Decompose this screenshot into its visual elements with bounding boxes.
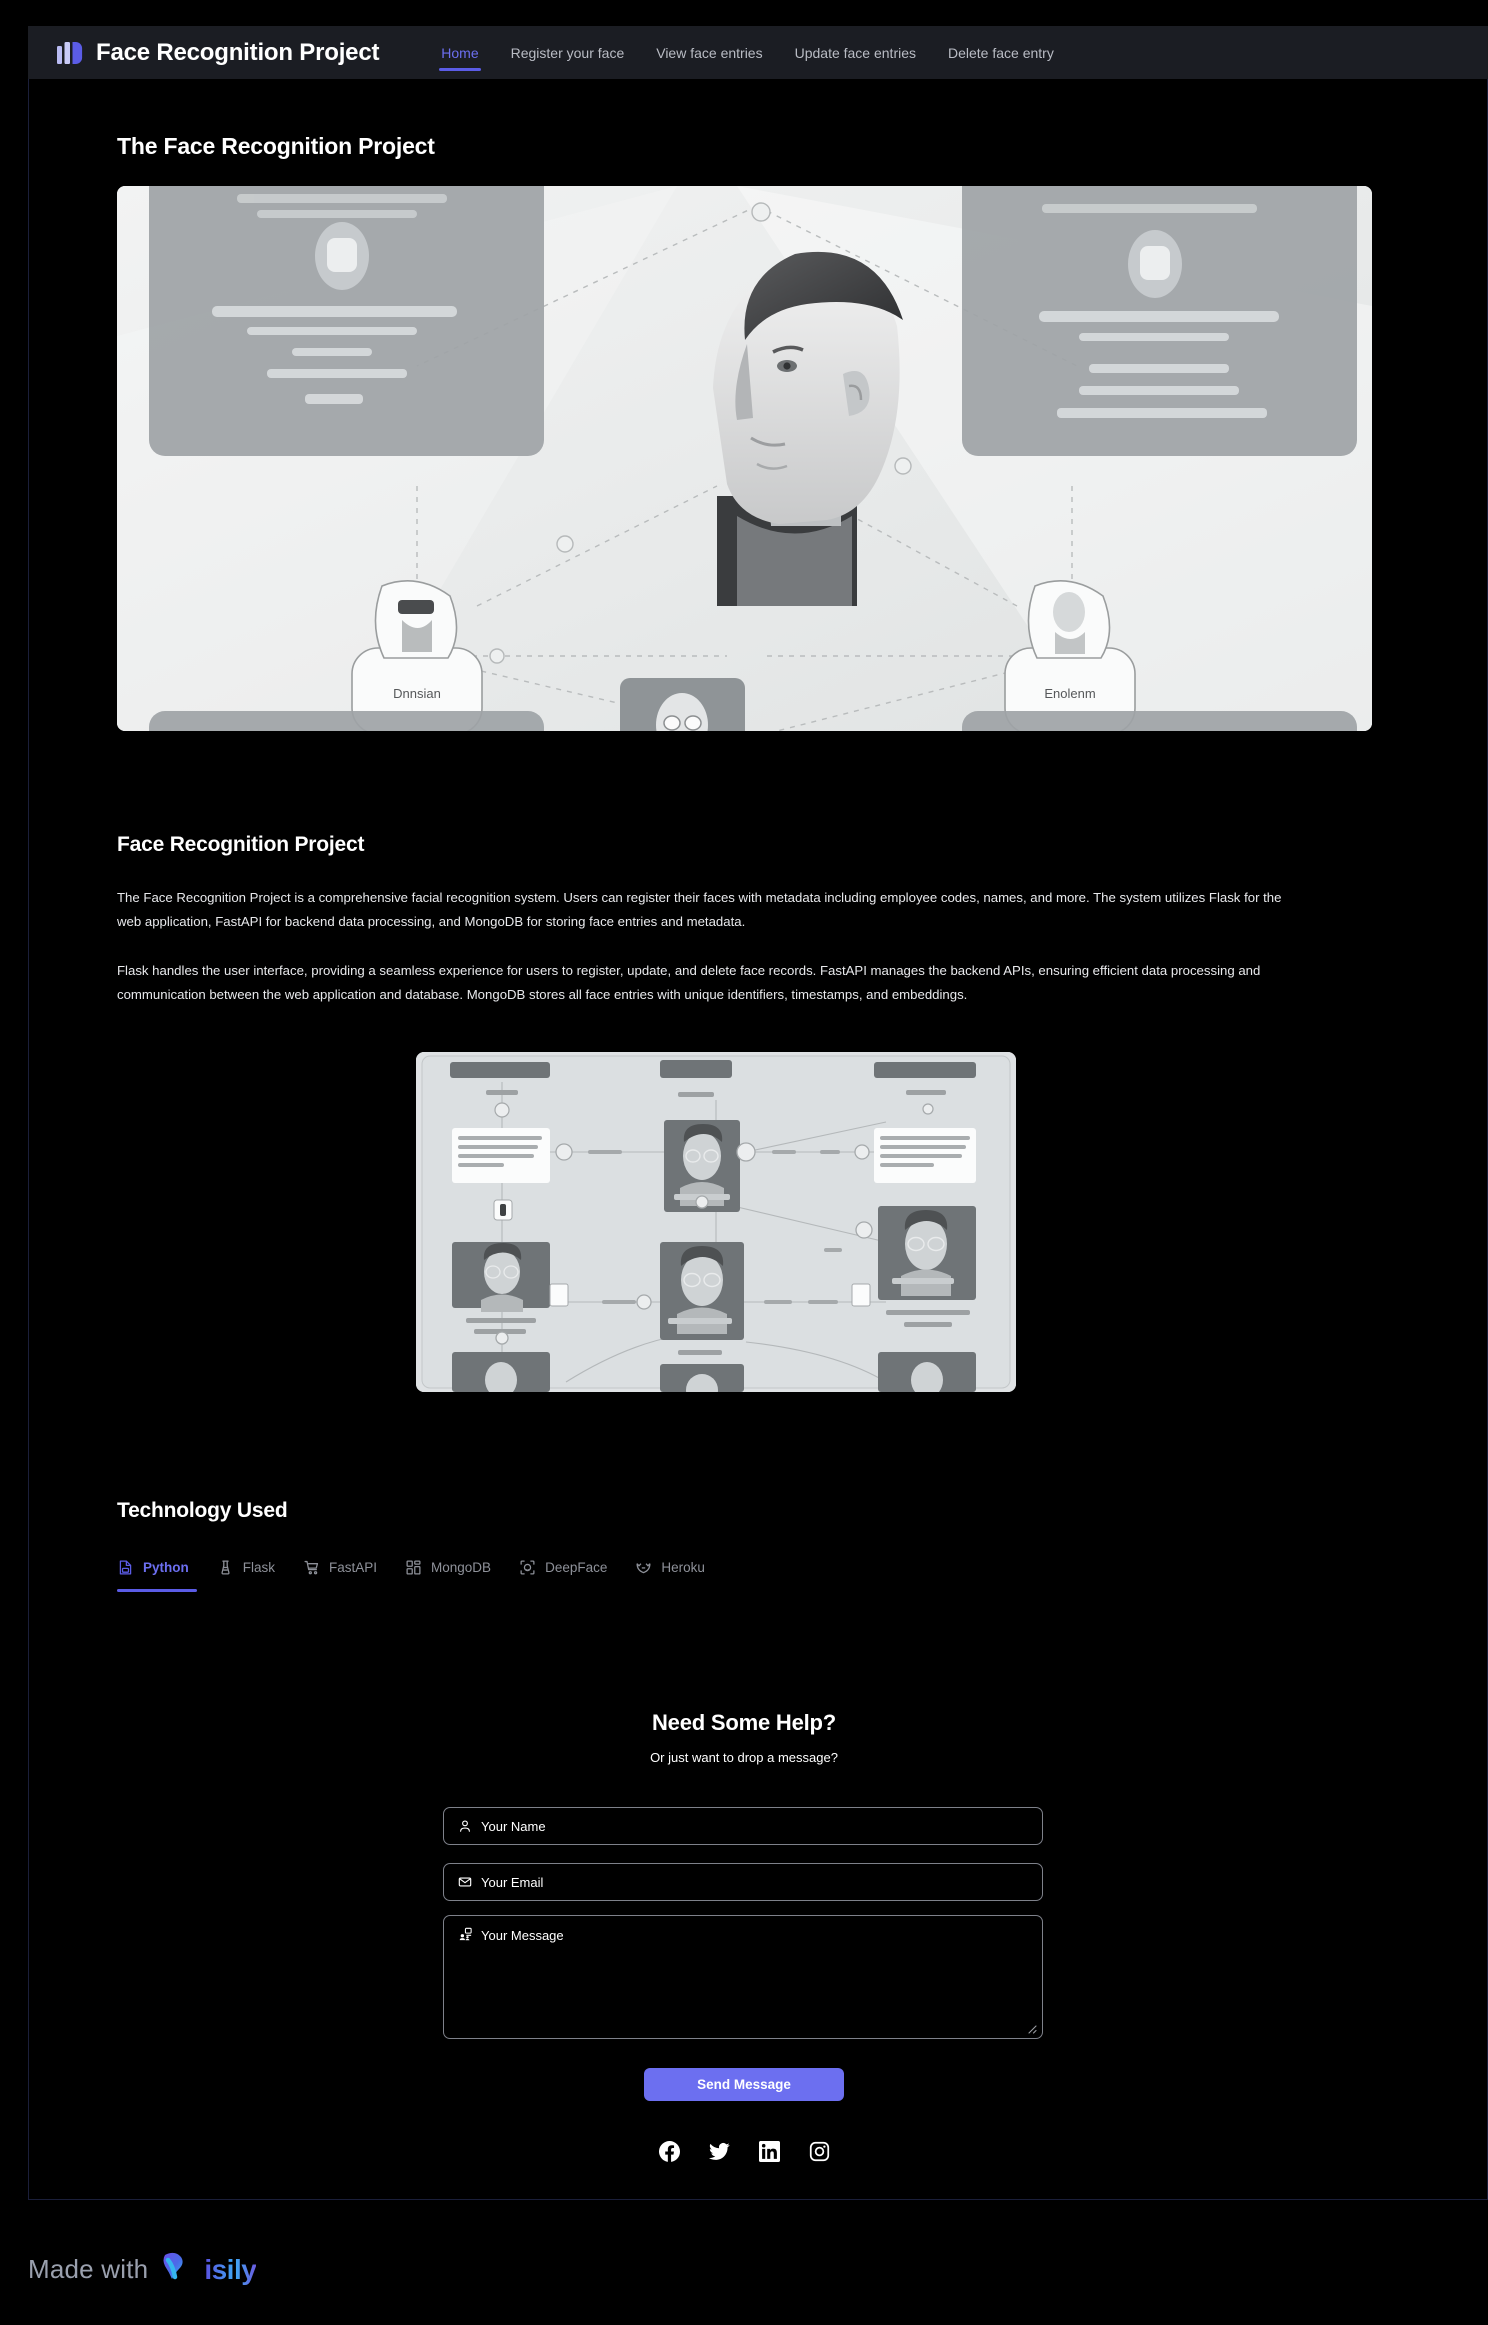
about-heading: Face Recognition Project	[117, 833, 365, 856]
tab-deepface[interactable]: DeepFace	[509, 1553, 625, 1592]
contact-subheading: Or just want to drop a message?	[650, 1750, 838, 1765]
tab-flask[interactable]: Flask	[207, 1553, 293, 1592]
technology-tabs: Python Flask FastAPI MongoDB DeepFace He…	[117, 1553, 723, 1592]
tab-label: Python	[143, 1560, 189, 1575]
envelope-icon	[458, 1875, 472, 1889]
visily-logo-icon	[157, 2247, 197, 2292]
person-icon	[458, 1819, 472, 1833]
message-input-placeholder: Your Message	[481, 1928, 564, 1943]
name-field[interactable]: Your Name	[443, 1807, 1043, 1845]
nav-link-home[interactable]: Home	[425, 26, 494, 79]
hero-image: Dnnsian Enolenm	[117, 186, 1372, 731]
tab-label: DeepFace	[545, 1560, 608, 1575]
tab-label: MongoDB	[431, 1560, 492, 1575]
tab-label: Flask	[242, 1560, 276, 1575]
about-paragraph-1: The Face Recognition Project is a compre…	[117, 890, 1282, 929]
instagram-icon[interactable]	[809, 2141, 830, 2162]
page-root: Face Recognition Project Home Register y…	[0, 0, 1488, 2325]
tab-label: Heroku	[661, 1560, 705, 1575]
twitter-icon[interactable]	[708, 2141, 730, 2162]
linkedin-icon[interactable]	[758, 2141, 780, 2162]
tab-mongodb[interactable]: MongoDB	[395, 1553, 509, 1592]
about-paragraph-2: Flask handles the user interface, provid…	[117, 963, 1261, 1002]
brand[interactable]: Face Recognition Project	[56, 39, 379, 67]
mongodb-blocks-icon	[405, 1559, 422, 1576]
tab-fastapi[interactable]: FastAPI	[293, 1553, 395, 1592]
navbar: Face Recognition Project Home Register y…	[28, 26, 1488, 79]
about-image	[416, 1052, 1016, 1392]
tab-label: FastAPI	[329, 1560, 378, 1575]
facebook-icon[interactable]	[658, 2141, 680, 2162]
nav-link-register-your-face[interactable]: Register your face	[495, 26, 641, 79]
technology-heading: Technology Used	[117, 1499, 288, 1522]
email-field[interactable]: Your Email	[443, 1863, 1043, 1901]
deepface-scan-icon	[519, 1559, 536, 1576]
flask-icon	[217, 1559, 234, 1576]
made-with-label: Made with	[28, 2254, 149, 2284]
nav-link-delete-face-entry[interactable]: Delete face entry	[932, 26, 1070, 79]
heroku-icon	[635, 1559, 652, 1576]
python-file-icon	[117, 1559, 134, 1576]
social-links	[0, 2141, 1488, 2162]
nav-links: Home Register your face View face entrie…	[425, 26, 1070, 79]
nav-link-update-face-entries[interactable]: Update face entries	[779, 26, 932, 79]
page-title: The Face Recognition Project	[117, 133, 435, 159]
tab-heroku[interactable]: Heroku	[625, 1553, 723, 1592]
textarea-resize-handle[interactable]	[1024, 2021, 1038, 2035]
fastapi-cart-icon	[303, 1559, 320, 1576]
message-field[interactable]: Your Message	[443, 1915, 1043, 2039]
tab-python[interactable]: Python	[117, 1553, 207, 1592]
send-message-button[interactable]: Send Message	[644, 2068, 844, 2101]
bars-logo-icon	[56, 40, 83, 66]
name-input-placeholder: Your Name	[481, 1818, 546, 1834]
email-input-placeholder: Your Email	[481, 1874, 544, 1890]
svg-text:Enolenm: Enolenm	[1044, 686, 1095, 701]
svg-text:Dnnsian: Dnnsian	[393, 686, 441, 701]
nav-link-view-face-entries[interactable]: View face entries	[640, 26, 778, 79]
made-with-visily-badge: Made with isily	[28, 2247, 257, 2292]
message-people-icon	[458, 1927, 472, 1944]
visily-wordmark: isily	[204, 2253, 257, 2285]
brand-title: Face Recognition Project	[96, 38, 380, 66]
contact-heading: Need Some Help?	[651, 1710, 837, 1735]
